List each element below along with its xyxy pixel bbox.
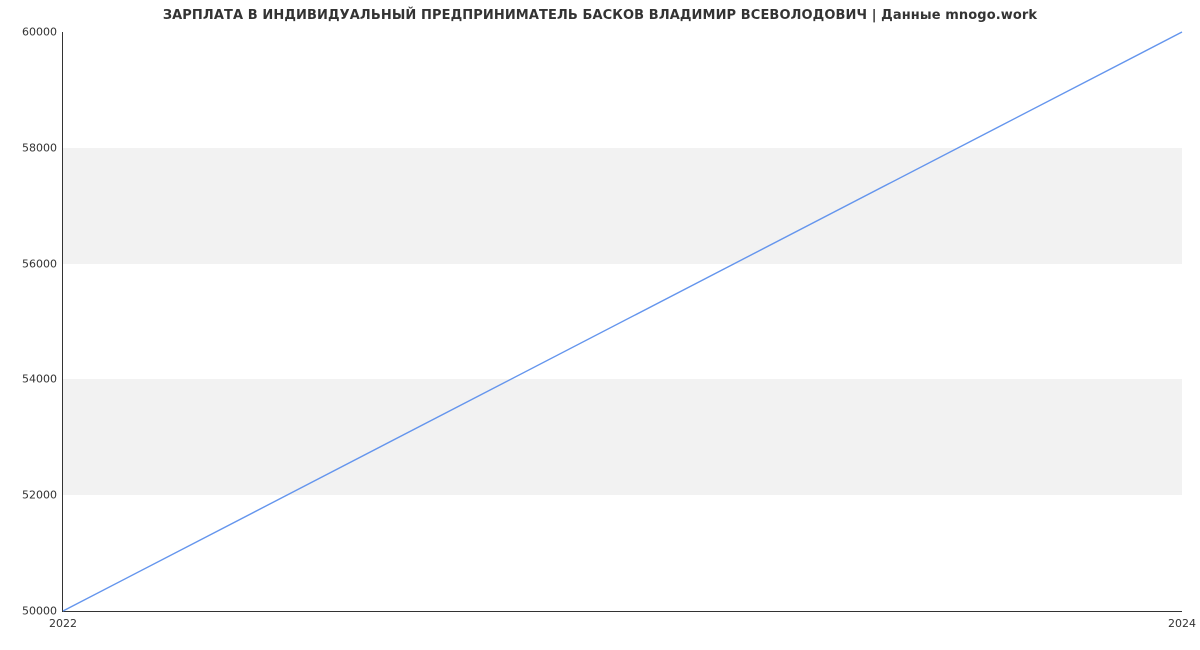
y-tick-label: 56000 — [22, 257, 57, 270]
x-tick-label: 2024 — [1168, 617, 1196, 630]
chart-container: ЗАРПЛАТА В ИНДИВИДУАЛЬНЫЙ ПРЕДПРИНИМАТЕЛ… — [0, 0, 1200, 650]
plot-area: 50000 52000 54000 56000 58000 60000 2022… — [62, 32, 1182, 612]
line-layer — [63, 32, 1182, 611]
y-tick-label: 58000 — [22, 141, 57, 154]
y-tick-label: 52000 — [22, 489, 57, 502]
series-line — [63, 32, 1182, 611]
y-tick-label: 54000 — [22, 373, 57, 386]
chart-title: ЗАРПЛАТА В ИНДИВИДУАЛЬНЫЙ ПРЕДПРИНИМАТЕЛ… — [0, 8, 1200, 23]
x-tick-label: 2022 — [49, 617, 77, 630]
y-tick-label: 50000 — [22, 605, 57, 618]
y-tick-label: 60000 — [22, 26, 57, 39]
